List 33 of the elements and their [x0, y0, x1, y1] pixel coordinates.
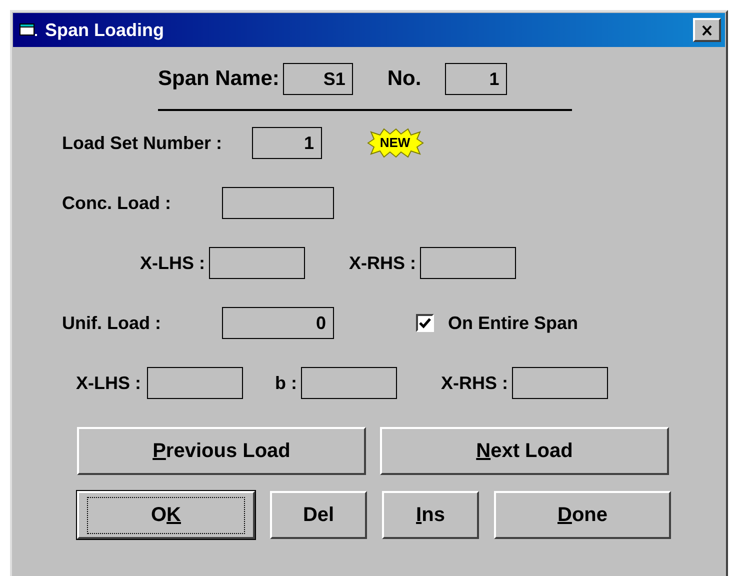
checkbox-label[interactable]: On Entire Span	[448, 312, 578, 334]
position-label: X-RHS :	[349, 252, 416, 274]
conc-load-label: Conc. Load :	[62, 192, 172, 214]
position-label: X-RHS :	[441, 372, 508, 394]
close-icon	[701, 24, 713, 36]
position-field[interactable]	[209, 247, 305, 279]
conc-load-field[interactable]	[222, 187, 334, 219]
window-title: Span Loading	[45, 20, 165, 40]
unif-load-label: Unif. Load :	[62, 312, 162, 334]
position-field[interactable]	[301, 367, 397, 399]
unif-load-field[interactable]: 0	[222, 307, 334, 339]
load-set-label: Load Set Number :	[62, 132, 222, 154]
number-field[interactable]: 1	[445, 63, 508, 95]
load-set-field[interactable]: 1	[252, 127, 322, 159]
position-field[interactable]	[512, 367, 608, 399]
span-name-label: Span Name:	[158, 67, 280, 91]
position-field[interactable]	[420, 247, 516, 279]
nav-button[interactable]: Previous Load	[77, 427, 366, 475]
window-icon	[19, 22, 39, 38]
action-button[interactable]: Ins	[382, 491, 479, 539]
number-label: No.	[387, 67, 422, 91]
position-label: b :	[275, 372, 297, 394]
action-button[interactable]: Del	[270, 491, 367, 539]
close-button[interactable]	[693, 18, 721, 42]
nav-button[interactable]: Next Load	[380, 427, 669, 475]
action-button[interactable]: Done	[494, 491, 671, 539]
position-label: X-LHS :	[76, 372, 141, 394]
new-badge-icon: NEW	[366, 128, 424, 158]
position-label: X-LHS :	[140, 252, 205, 274]
action-button[interactable]: OK	[77, 491, 255, 539]
checkbox[interactable]	[416, 314, 434, 332]
span-name-field[interactable]: S1	[283, 63, 354, 95]
position-field[interactable]	[147, 367, 243, 399]
